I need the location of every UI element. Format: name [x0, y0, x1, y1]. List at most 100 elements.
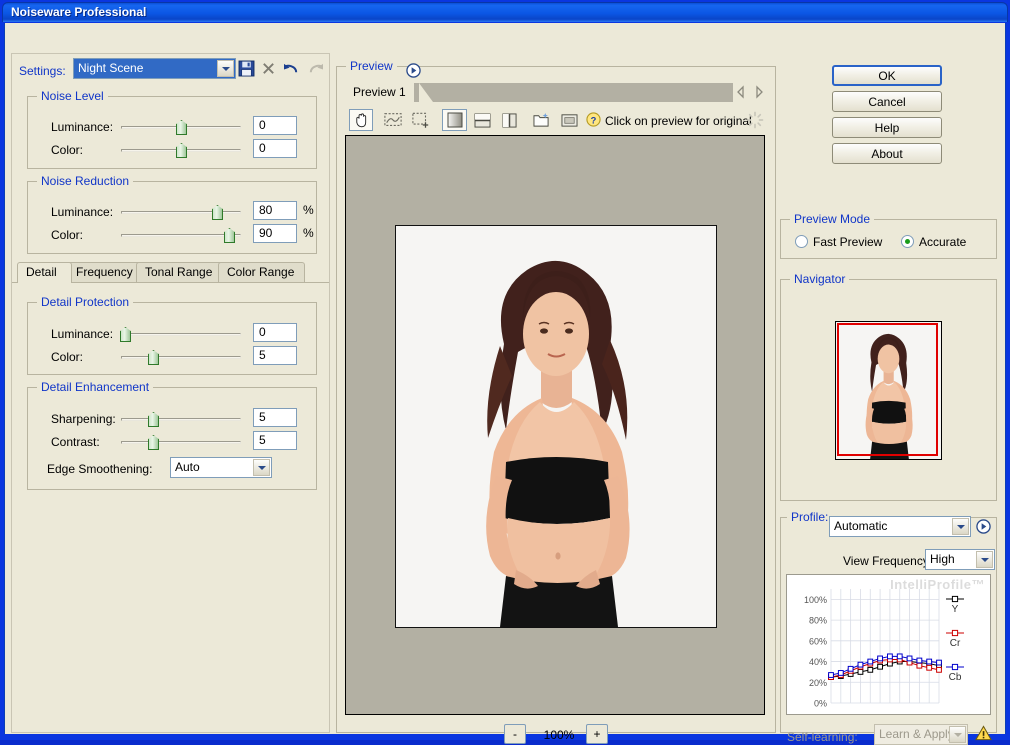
chevron-down-icon — [949, 726, 966, 743]
noise-reduction-color-value[interactable]: 90 — [253, 224, 297, 243]
navigator-viewport[interactable] — [837, 323, 938, 456]
svg-text:Y: Y — [952, 604, 959, 615]
noise-level-title: Noise Level — [37, 89, 108, 103]
zoom-out-button[interactable]: - — [504, 724, 526, 744]
tab-tonal-range[interactable]: Tonal Range — [136, 262, 223, 282]
settings-combo-value: Night Scene — [78, 61, 143, 75]
prev-arrow-icon[interactable] — [734, 84, 747, 100]
noise-level-luminance-label: Luminance: — [51, 120, 113, 134]
profile-label: Profile: — [787, 510, 832, 524]
cancel-label: Cancel — [868, 95, 905, 109]
slider-track — [121, 441, 241, 444]
noise-level-color-slider[interactable] — [121, 143, 241, 157]
slider-thumb[interactable] — [148, 435, 159, 450]
tab-frequency-label: Frequency — [76, 265, 133, 279]
delete-icon[interactable] — [261, 61, 276, 76]
ok-button[interactable]: OK — [832, 65, 942, 86]
chevron-down-icon — [976, 551, 993, 568]
sharpening-slider[interactable] — [121, 412, 241, 426]
about-button[interactable]: About — [832, 143, 942, 164]
noise-reduction-luminance-slider[interactable] — [121, 205, 241, 219]
settings-label: Settings: — [19, 64, 66, 78]
view-frequency-combo[interactable]: High — [925, 549, 995, 570]
noise-level-color-value[interactable]: 0 — [253, 139, 297, 158]
preview-title: Preview — [346, 59, 397, 73]
next-arrow-icon[interactable] — [753, 84, 766, 100]
contrast-slider[interactable] — [121, 435, 241, 449]
slider-track — [121, 234, 241, 237]
navigator-title: Navigator — [790, 272, 849, 286]
help-label: Help — [875, 121, 900, 135]
sharpening-value[interactable]: 5 — [253, 408, 297, 427]
hand-tool-icon[interactable] — [349, 109, 373, 131]
svg-text:20%: 20% — [809, 678, 827, 688]
svg-text:Cr: Cr — [950, 638, 961, 649]
chevron-down-icon — [253, 459, 270, 476]
chevron-down-icon — [952, 518, 969, 535]
detail-protection-luminance-slider[interactable] — [121, 327, 241, 341]
slider-thumb[interactable] — [212, 205, 223, 220]
svg-text:80%: 80% — [809, 616, 827, 626]
new-preview-icon[interactable] — [529, 109, 553, 131]
noise-level-luminance-value[interactable]: 0 — [253, 116, 297, 135]
preview-photo[interactable] — [395, 225, 717, 628]
edge-smoothening-value: Auto — [175, 460, 200, 474]
noise-reduction-luminance-value[interactable]: 80 — [253, 201, 297, 220]
profile-value: Automatic — [834, 519, 887, 533]
tab-frequency[interactable]: Frequency — [67, 262, 141, 282]
view-split-horizontal-icon[interactable] — [470, 109, 494, 131]
tab-tonal-range-label: Tonal Range — [145, 265, 212, 279]
tab-detail-label: Detail — [26, 265, 57, 279]
zoom-in-button[interactable]: + — [586, 724, 608, 744]
help-button[interactable]: Help — [832, 117, 942, 138]
radio-accurate[interactable] — [901, 235, 914, 248]
chart-plot: 0%20%40%60%80%100%YCrCb — [787, 575, 992, 716]
svg-text:100%: 100% — [804, 595, 827, 605]
edge-smoothening-combo[interactable]: Auto — [170, 457, 272, 478]
svg-text:?: ? — [591, 115, 597, 125]
detail-protection-color-value[interactable]: 5 — [253, 346, 297, 365]
contrast-value[interactable]: 5 — [253, 431, 297, 450]
slider-thumb[interactable] — [176, 120, 187, 135]
profile-combo[interactable]: Automatic — [829, 516, 971, 537]
open-preview-icon[interactable] — [557, 109, 581, 131]
dialog-client-area: Settings: Night Scene — [4, 23, 1006, 734]
noise-reduction-color-slider[interactable] — [121, 228, 241, 242]
self-learning-label: Self-learning: — [787, 730, 858, 744]
sharpening-label: Sharpening: — [51, 412, 116, 426]
save-icon[interactable] — [238, 60, 255, 77]
add-selection-tool-icon[interactable] — [409, 109, 433, 131]
profile-expand-icon[interactable] — [976, 519, 991, 534]
detail-protection-luminance-value[interactable]: 0 — [253, 323, 297, 342]
detail-protection-color-slider[interactable] — [121, 350, 241, 364]
ok-label: OK — [878, 69, 895, 83]
noise-level-color-label: Color: — [51, 143, 83, 157]
navigator-thumbnail[interactable] — [835, 321, 942, 460]
view-single-icon[interactable] — [442, 109, 467, 131]
slider-thumb[interactable] — [148, 350, 159, 365]
slider-thumb[interactable] — [148, 412, 159, 427]
svg-text:0%: 0% — [814, 699, 827, 709]
noise-level-luminance-slider[interactable] — [121, 120, 241, 134]
intelliprofile-chart: IntelliProfile™ 0%20%40%60%80%100%YCrCb — [786, 574, 991, 715]
detail-protection-color-label: Color: — [51, 350, 83, 364]
preview-canvas[interactable] — [345, 135, 765, 715]
radio-fast-preview[interactable] — [795, 235, 808, 248]
noise-reduction-luminance-label: Luminance: — [51, 205, 113, 219]
slider-thumb[interactable] — [224, 228, 235, 243]
help-question-icon[interactable]: ? — [586, 112, 601, 127]
cancel-button[interactable]: Cancel — [832, 91, 942, 112]
tab-detail[interactable]: Detail — [17, 262, 72, 283]
undo-icon[interactable] — [283, 61, 300, 76]
edge-smoothening-label: Edge Smoothening: — [47, 462, 152, 476]
fast-preview-label: Fast Preview — [813, 235, 882, 249]
expand-arrow-icon[interactable] — [406, 63, 421, 78]
settings-combo[interactable]: Night Scene — [73, 58, 236, 79]
tab-color-range[interactable]: Color Range — [218, 262, 305, 282]
busy-spinner-icon — [746, 111, 764, 129]
view-split-vertical-icon[interactable] — [497, 109, 521, 131]
slider-thumb[interactable] — [120, 327, 131, 342]
slider-thumb[interactable] — [176, 143, 187, 158]
selection-tool-icon[interactable] — [381, 109, 405, 131]
preview-tab-1[interactable]: Preview 1 — [345, 83, 414, 103]
